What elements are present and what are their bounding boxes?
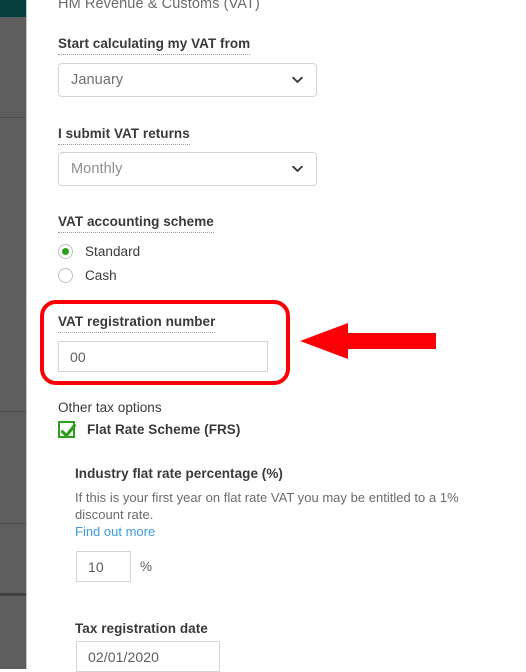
- vat-registration-number-input[interactable]: [58, 341, 268, 372]
- flat-rate-scheme-label: Flat Rate Scheme (FRS): [87, 422, 241, 437]
- flat-rate-scheme-checkbox-row[interactable]: Flat Rate Scheme (FRS): [58, 421, 240, 438]
- tax-registration-date-label: Tax registration date: [75, 621, 208, 636]
- industry-flat-rate-input[interactable]: [76, 551, 131, 582]
- radio-standard-icon[interactable]: [58, 243, 73, 259]
- app-navigation-rail[interactable]: [0, 0, 27, 669]
- nav-divider: [0, 523, 26, 524]
- radio-cash-icon[interactable]: [58, 267, 73, 283]
- vat-registration-number-label: VAT registration number: [58, 314, 216, 333]
- accounting-scheme-label-wrap: VAT accounting scheme: [58, 213, 214, 233]
- find-out-more-link[interactable]: Find out more: [75, 524, 155, 539]
- radio-cash-label: Cash: [85, 267, 117, 283]
- start-calculating-label: Start calculating my VAT from: [58, 36, 251, 55]
- other-tax-options-label-wrap: Other tax options: [58, 399, 162, 417]
- industry-flat-rate-label-wrap: Industry flat rate percentage (%): [75, 465, 283, 483]
- tax-registration-date-input[interactable]: [76, 641, 220, 672]
- checkmark-icon[interactable]: [58, 421, 76, 438]
- radio-option-cash[interactable]: Cash: [58, 264, 117, 286]
- percent-unit-label: %: [140, 559, 153, 574]
- industry-flat-rate-help-text: If this is your first year on flat rate …: [75, 490, 459, 522]
- section-title: HM Revenue & Customs (VAT): [58, 0, 260, 12]
- nav-divider: [0, 411, 26, 412]
- submit-returns-dropdown[interactable]: Monthly: [58, 152, 317, 186]
- vat-settings-panel: HM Revenue & Customs (VAT) Start calcula…: [27, 0, 526, 672]
- brand-logo-block: [0, 0, 26, 17]
- start-calculating-value: January: [71, 72, 124, 88]
- start-calculating-label-wrap: Start calculating my VAT from: [58, 35, 251, 55]
- start-calculating-dropdown[interactable]: January: [58, 63, 317, 97]
- tax-registration-date-label-wrap: Tax registration date: [75, 620, 208, 638]
- industry-flat-rate-label: Industry flat rate percentage (%): [75, 466, 283, 481]
- submit-returns-label-wrap: I submit VAT returns: [58, 125, 190, 145]
- submit-returns-value: Monthly: [71, 161, 123, 177]
- accounting-scheme-label: VAT accounting scheme: [58, 214, 214, 233]
- chevron-down-icon: [291, 74, 304, 87]
- submit-returns-label: I submit VAT returns: [58, 126, 190, 145]
- nav-divider: [0, 117, 26, 118]
- radio-option-standard[interactable]: Standard: [58, 240, 140, 262]
- nav-divider: [0, 593, 26, 596]
- radio-standard-label: Standard: [85, 243, 141, 259]
- chevron-down-icon: [291, 163, 304, 176]
- other-tax-options-label: Other tax options: [58, 400, 162, 415]
- vat-registration-label-wrap: VAT registration number: [58, 313, 216, 333]
